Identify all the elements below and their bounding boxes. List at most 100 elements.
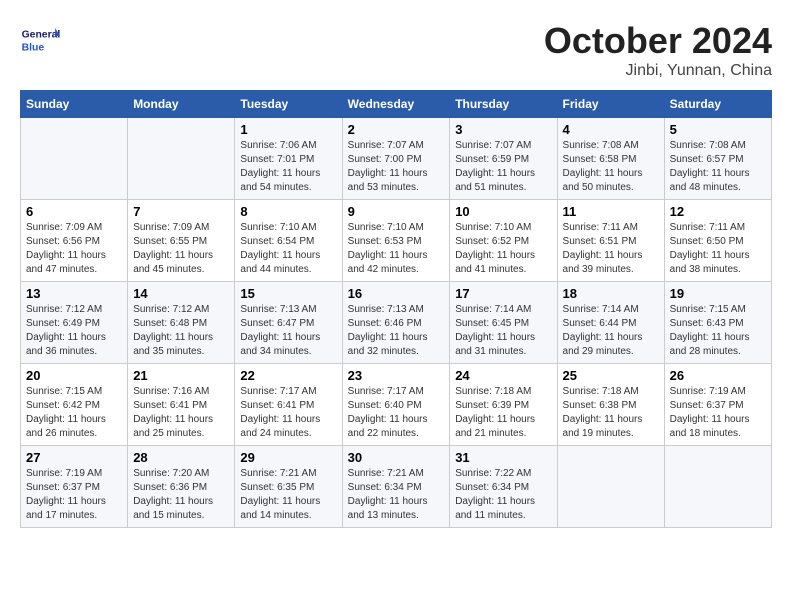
- day-number: 13: [26, 286, 122, 301]
- day-info: Sunrise: 7:08 AM Sunset: 6:57 PM Dayligh…: [670, 139, 766, 195]
- title-block: October 2024 Jinbi, Yunnan, China: [544, 20, 772, 80]
- svg-text:Blue: Blue: [22, 42, 45, 53]
- weekday-header-row: SundayMondayTuesdayWednesdayThursdayFrid…: [21, 91, 772, 118]
- calendar-day-cell: 14Sunrise: 7:12 AM Sunset: 6:48 PM Dayli…: [128, 282, 235, 364]
- day-number: 14: [133, 286, 229, 301]
- calendar-day-cell: 19Sunrise: 7:15 AM Sunset: 6:43 PM Dayli…: [664, 282, 771, 364]
- calendar-week-row: 20Sunrise: 7:15 AM Sunset: 6:42 PM Dayli…: [21, 364, 772, 446]
- day-number: 21: [133, 368, 229, 383]
- calendar-day-cell: 23 Sunrise: 7:17 AM Sunset: 6:40 PM Dayli…: [342, 364, 450, 446]
- day-info: Sunrise: 7:13 AM Sunset: 6:46 PM Dayligh…: [348, 303, 445, 359]
- day-number: 10: [455, 204, 551, 219]
- weekday-header-cell: Wednesday: [342, 91, 450, 118]
- day-info: Sunrise: 7:09 AM Sunset: 6:55 PM Dayligh…: [133, 221, 229, 277]
- day-number: 8: [240, 204, 336, 219]
- day-info: Sunrise: 7:19 AM Sunset: 6:37 PM Dayligh…: [26, 467, 122, 523]
- day-number: 15: [240, 286, 336, 301]
- calendar-week-row: 13 Sunrise: 7:12 AM Sunset: 6:49 PM Dayli…: [21, 282, 772, 364]
- day-info: Sunrise: 7:17 AM Sunset: 6:41 PM Dayligh…: [240, 385, 336, 441]
- calendar-day-cell: 29 Sunrise: 7:21 AM Sunset: 6:35 PM Dayli…: [235, 446, 342, 528]
- calendar-day-cell: 21 Sunrise: 7:16 AM Sunset: 6:41 PM Dayli…: [128, 364, 235, 446]
- day-info: Sunrise: 7:21 AM Sunset: 6:35 PM Dayligh…: [240, 467, 336, 523]
- calendar-day-cell: 3 Sunrise: 7:07 AM Sunset: 6:59 PM Daylig…: [450, 118, 557, 200]
- page-header: General Blue October 2024 Jinbi, Yunnan,…: [20, 20, 772, 80]
- day-number: 23: [348, 368, 445, 383]
- day-number: 22: [240, 368, 336, 383]
- calendar-day-cell: 1Sunrise: 7:06 AM Sunset: 7:01 PM Daylig…: [235, 118, 342, 200]
- calendar-day-cell: 15 Sunrise: 7:13 AM Sunset: 6:47 PM Dayli…: [235, 282, 342, 364]
- day-info: Sunrise: 7:18 AM Sunset: 6:39 PM Dayligh…: [455, 385, 551, 441]
- calendar-day-cell: 30Sunrise: 7:21 AM Sunset: 6:34 PM Dayli…: [342, 446, 450, 528]
- day-number: 4: [563, 122, 659, 137]
- calendar-day-cell: 24Sunrise: 7:18 AM Sunset: 6:39 PM Dayli…: [450, 364, 557, 446]
- calendar-body: 1Sunrise: 7:06 AM Sunset: 7:01 PM Daylig…: [21, 118, 772, 528]
- day-info: Sunrise: 7:11 AM Sunset: 6:50 PM Dayligh…: [670, 221, 766, 277]
- calendar-day-cell: 22 Sunrise: 7:17 AM Sunset: 6:41 PM Dayli…: [235, 364, 342, 446]
- calendar-day-cell: 13 Sunrise: 7:12 AM Sunset: 6:49 PM Dayli…: [21, 282, 128, 364]
- day-number: 5: [670, 122, 766, 137]
- day-info: Sunrise: 7:15 AM Sunset: 6:43 PM Dayligh…: [670, 303, 766, 359]
- day-info: Sunrise: 7:12 AM Sunset: 6:49 PM Dayligh…: [26, 303, 122, 359]
- calendar-day-cell: 25 Sunrise: 7:18 AM Sunset: 6:38 PM Dayli…: [557, 364, 664, 446]
- day-number: 9: [348, 204, 445, 219]
- day-number: 3: [455, 122, 551, 137]
- day-number: 25: [563, 368, 659, 383]
- day-info: Sunrise: 7:14 AM Sunset: 6:44 PM Dayligh…: [563, 303, 659, 359]
- day-info: Sunrise: 7:15 AM Sunset: 6:42 PM Dayligh…: [26, 385, 122, 441]
- day-number: 26: [670, 368, 766, 383]
- weekday-header-cell: Friday: [557, 91, 664, 118]
- calendar-day-cell: [128, 118, 235, 200]
- day-number: 6: [26, 204, 122, 219]
- day-info: Sunrise: 7:13 AM Sunset: 6:47 PM Dayligh…: [240, 303, 336, 359]
- day-info: Sunrise: 7:10 AM Sunset: 6:53 PM Dayligh…: [348, 221, 445, 277]
- weekday-header-cell: Sunday: [21, 91, 128, 118]
- day-info: Sunrise: 7:22 AM Sunset: 6:34 PM Dayligh…: [455, 467, 551, 523]
- weekday-header-cell: Thursday: [450, 91, 557, 118]
- calendar-day-cell: 11Sunrise: 7:11 AM Sunset: 6:51 PM Dayli…: [557, 200, 664, 282]
- calendar-day-cell: 18 Sunrise: 7:14 AM Sunset: 6:44 PM Dayli…: [557, 282, 664, 364]
- weekday-header-cell: Tuesday: [235, 91, 342, 118]
- day-number: 2: [348, 122, 445, 137]
- day-info: Sunrise: 7:08 AM Sunset: 6:58 PM Dayligh…: [563, 139, 659, 195]
- day-info: Sunrise: 7:19 AM Sunset: 6:37 PM Dayligh…: [670, 385, 766, 441]
- day-number: 18: [563, 286, 659, 301]
- day-info: Sunrise: 7:10 AM Sunset: 6:54 PM Dayligh…: [240, 221, 336, 277]
- calendar-day-cell: 27 Sunrise: 7:19 AM Sunset: 6:37 PM Dayli…: [21, 446, 128, 528]
- day-info: Sunrise: 7:07 AM Sunset: 6:59 PM Dayligh…: [455, 139, 551, 195]
- day-number: 31: [455, 450, 551, 465]
- day-info: Sunrise: 7:10 AM Sunset: 6:52 PM Dayligh…: [455, 221, 551, 277]
- calendar-day-cell: 17 Sunrise: 7:14 AM Sunset: 6:45 PM Dayli…: [450, 282, 557, 364]
- weekday-header-cell: Saturday: [664, 91, 771, 118]
- calendar-day-cell: [664, 446, 771, 528]
- calendar-day-cell: 28Sunrise: 7:20 AM Sunset: 6:36 PM Dayli…: [128, 446, 235, 528]
- calendar-day-cell: 8 Sunrise: 7:10 AM Sunset: 6:54 PM Daylig…: [235, 200, 342, 282]
- day-number: 7: [133, 204, 229, 219]
- day-info: Sunrise: 7:17 AM Sunset: 6:40 PM Dayligh…: [348, 385, 445, 441]
- day-info: Sunrise: 7:06 AM Sunset: 7:01 PM Dayligh…: [240, 139, 336, 195]
- calendar-day-cell: 5 Sunrise: 7:08 AM Sunset: 6:57 PM Daylig…: [664, 118, 771, 200]
- day-info: Sunrise: 7:14 AM Sunset: 6:45 PM Dayligh…: [455, 303, 551, 359]
- day-info: Sunrise: 7:16 AM Sunset: 6:41 PM Dayligh…: [133, 385, 229, 441]
- day-number: 17: [455, 286, 551, 301]
- calendar-day-cell: 6 Sunrise: 7:09 AM Sunset: 6:56 PM Daylig…: [21, 200, 128, 282]
- day-number: 29: [240, 450, 336, 465]
- day-number: 27: [26, 450, 122, 465]
- weekday-header-cell: Monday: [128, 91, 235, 118]
- calendar-day-cell: 7 Sunrise: 7:09 AM Sunset: 6:55 PM Daylig…: [128, 200, 235, 282]
- calendar-day-cell: 31 Sunrise: 7:22 AM Sunset: 6:34 PM Dayli…: [450, 446, 557, 528]
- day-number: 16: [348, 286, 445, 301]
- day-number: 12: [670, 204, 766, 219]
- calendar-day-cell: 26 Sunrise: 7:19 AM Sunset: 6:37 PM Dayli…: [664, 364, 771, 446]
- day-info: Sunrise: 7:09 AM Sunset: 6:56 PM Dayligh…: [26, 221, 122, 277]
- day-number: 28: [133, 450, 229, 465]
- calendar-day-cell: 10 Sunrise: 7:10 AM Sunset: 6:52 PM Dayli…: [450, 200, 557, 282]
- logo: General Blue: [20, 20, 64, 60]
- day-info: Sunrise: 7:07 AM Sunset: 7:00 PM Dayligh…: [348, 139, 445, 195]
- calendar-table: SundayMondayTuesdayWednesdayThursdayFrid…: [20, 90, 772, 528]
- svg-text:General: General: [22, 30, 60, 41]
- calendar-day-cell: [557, 446, 664, 528]
- calendar-day-cell: 9 Sunrise: 7:10 AM Sunset: 6:53 PM Daylig…: [342, 200, 450, 282]
- day-number: 30: [348, 450, 445, 465]
- day-info: Sunrise: 7:18 AM Sunset: 6:38 PM Dayligh…: [563, 385, 659, 441]
- calendar-day-cell: 12 Sunrise: 7:11 AM Sunset: 6:50 PM Dayli…: [664, 200, 771, 282]
